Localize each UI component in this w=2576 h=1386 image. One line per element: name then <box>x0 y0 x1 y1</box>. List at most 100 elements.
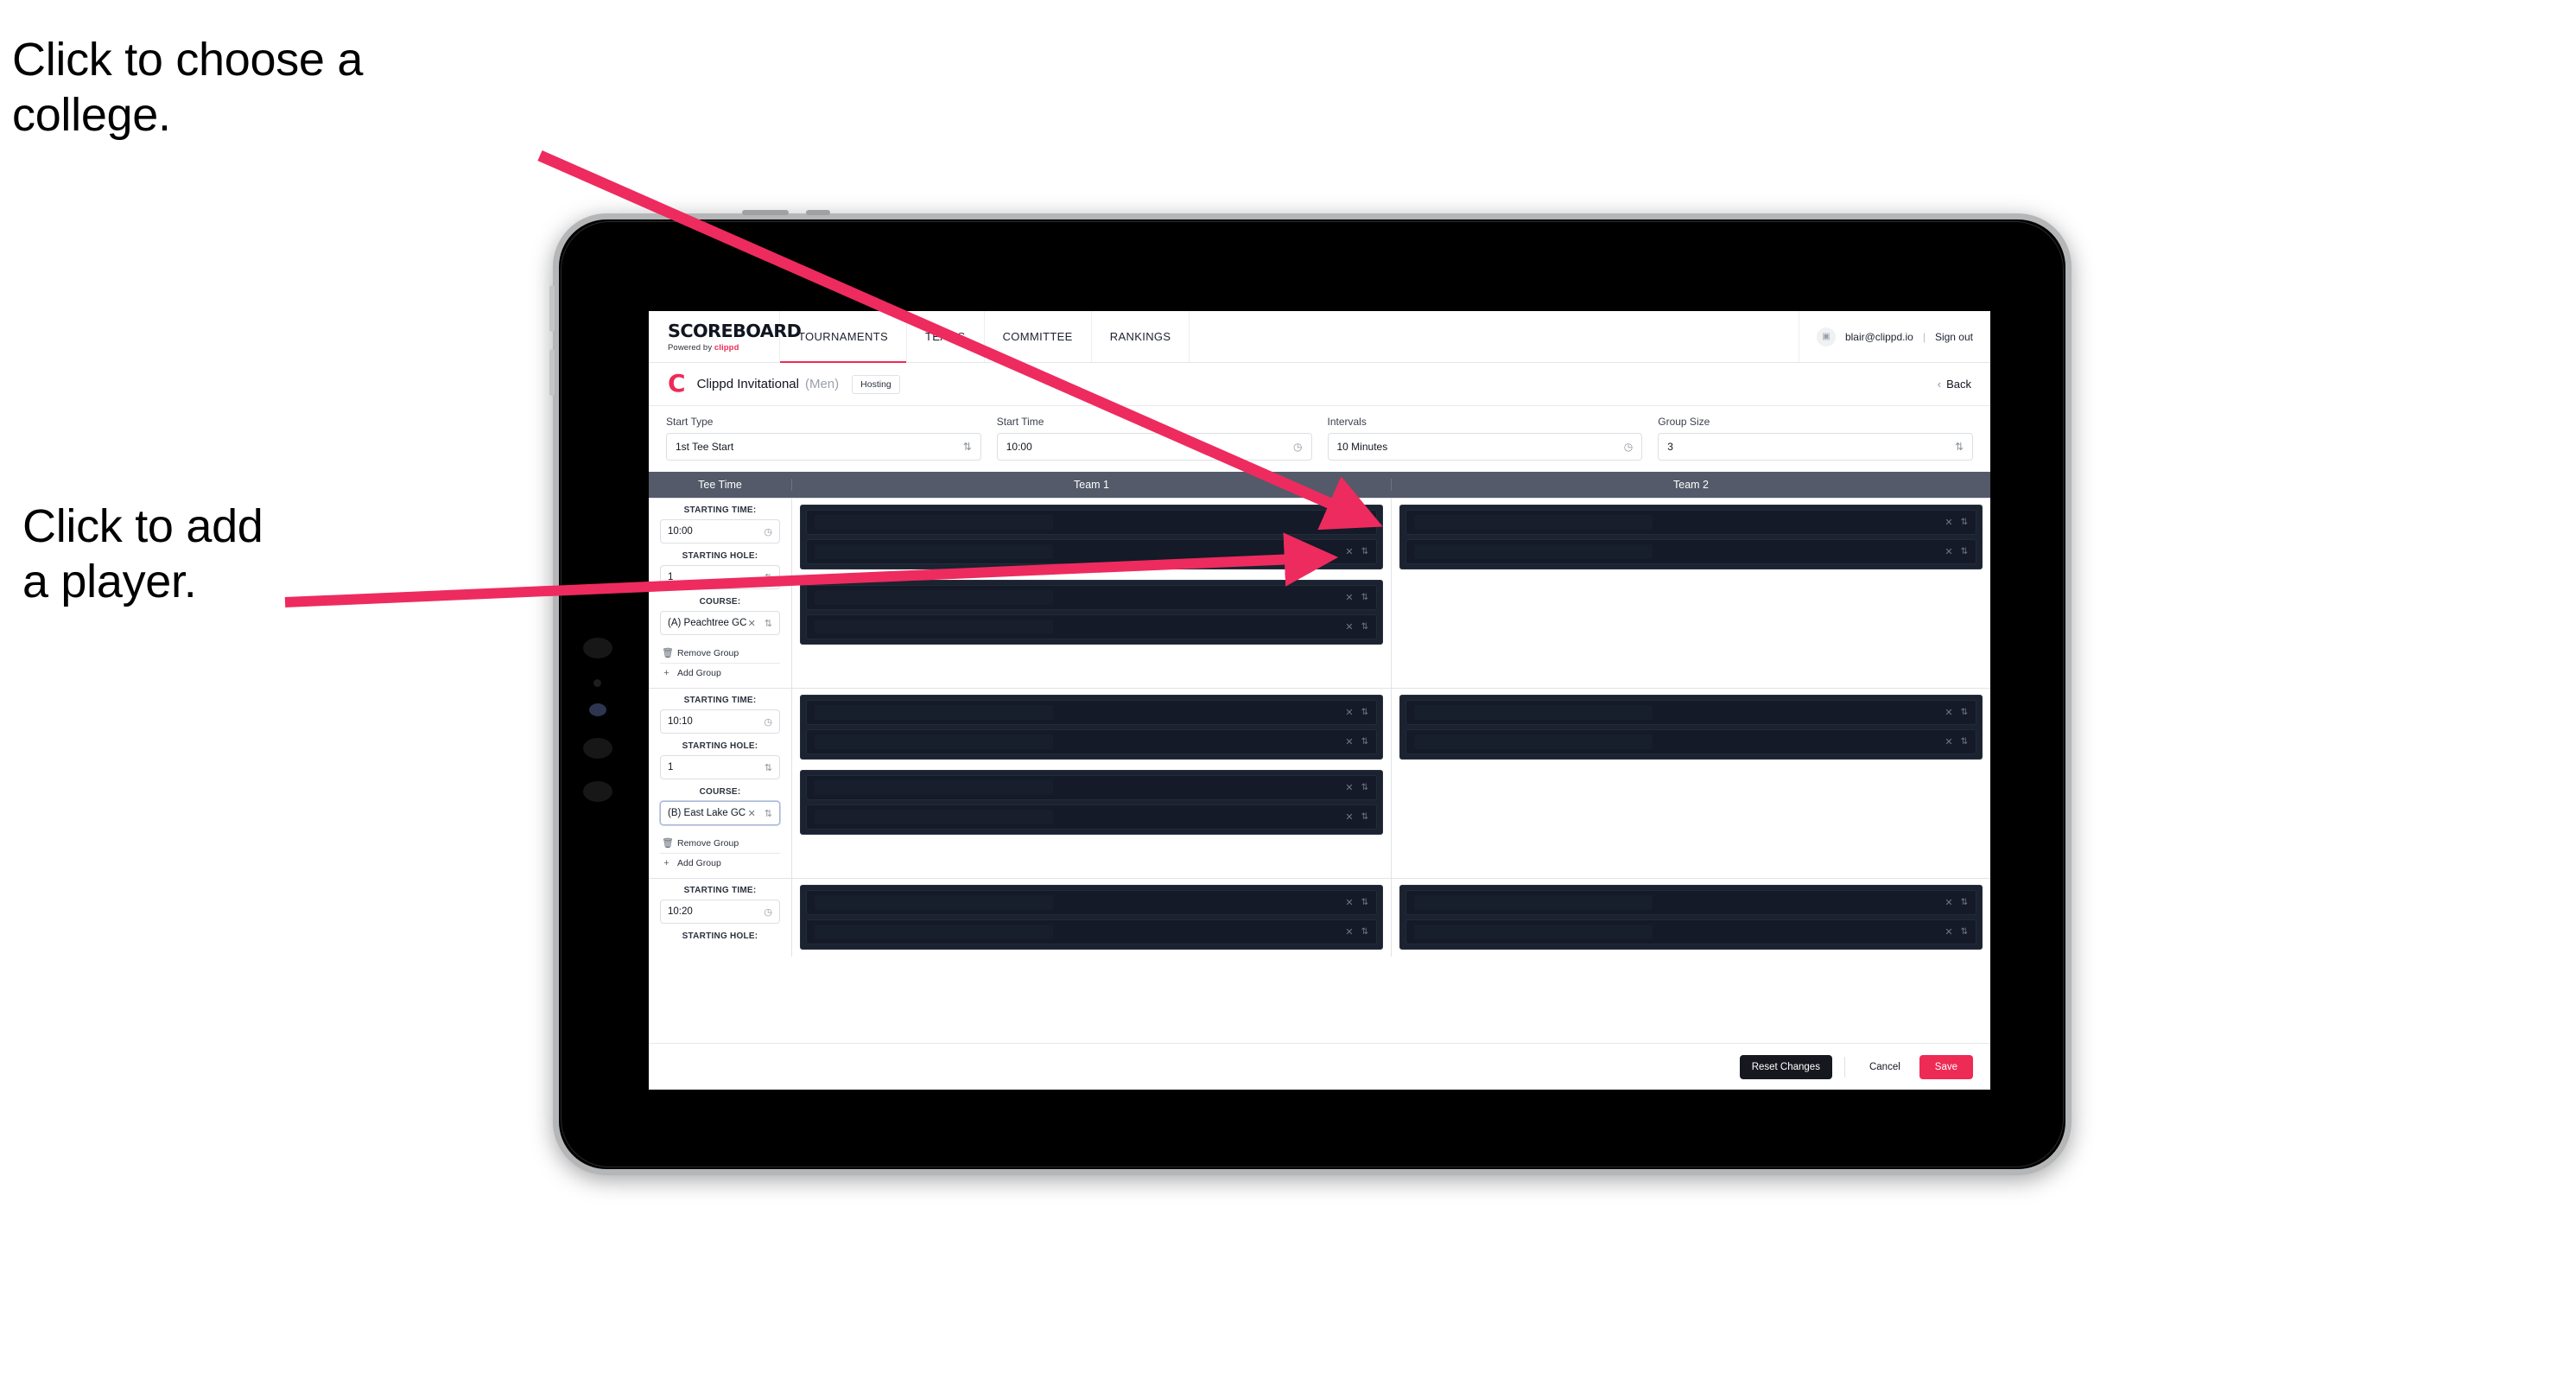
settings-control-intervals[interactable]: 10 Minutes ◷ <box>1327 433 1643 461</box>
power-button[interactable] <box>742 210 789 215</box>
reset-changes-button[interactable]: Reset Changes <box>1739 1054 1832 1079</box>
starting-hole-input[interactable]: 1 ⇅ <box>660 565 780 589</box>
remove-group-button[interactable]: 🗑 Remove Group <box>660 833 780 854</box>
clear-player-icon[interactable]: ✕ <box>1345 782 1353 793</box>
settings-control-group-size[interactable]: 3 ⇅ <box>1658 433 1973 461</box>
stepper-icon[interactable]: ⇅ <box>1361 622 1368 632</box>
stepper-icon[interactable]: ⇅ <box>1961 737 1968 747</box>
player-slot[interactable]: ✕ ⇅ <box>1405 510 1976 535</box>
clear-player-icon[interactable]: ✕ <box>1945 926 1952 938</box>
add-group-button[interactable]: + Add Group <box>660 854 780 873</box>
player-name-redacted <box>815 895 1053 910</box>
remove-group-button[interactable]: 🗑 Remove Group <box>660 643 780 664</box>
nav-link-tournaments[interactable]: TOURNAMENTS <box>780 311 908 363</box>
clear-player-icon[interactable]: ✕ <box>1345 707 1353 718</box>
clock-icon[interactable]: ◷ <box>1293 441 1302 453</box>
stepper-icon[interactable]: ⇅ <box>1361 783 1368 792</box>
clock-icon[interactable]: ◷ <box>764 716 772 728</box>
settings-label: Group Size <box>1658 416 1710 428</box>
settings-control-start-time[interactable]: 10:00 ◷ <box>996 433 1312 461</box>
starting-time-input[interactable]: 10:10 ◷ <box>660 709 780 734</box>
clear-player-icon[interactable]: ✕ <box>1345 897 1353 908</box>
nav-link-teams[interactable]: TEAMS <box>907 311 985 362</box>
settings-label: Start Time <box>996 416 1044 428</box>
stepper-icon[interactable]: ⇅ <box>1361 708 1368 717</box>
scoreboard-logo[interactable]: SCOREBOARD Powered by clippd <box>649 311 802 362</box>
stepper-icon[interactable]: ⇅ <box>1361 547 1368 556</box>
back-button[interactable]: ‹ Back <box>1938 378 1971 391</box>
settings-control-start-type[interactable]: 1st Tee Start ⇅ <box>666 433 981 461</box>
clear-player-icon[interactable]: ✕ <box>1345 621 1353 633</box>
stepper-icon[interactable]: ⇅ <box>1955 441 1964 453</box>
cancel-button[interactable]: Cancel <box>1857 1055 1913 1079</box>
team-1-cell: ✕ ⇅ ✕ ⇅ ✕ ⇅ ✕ ⇅ <box>792 689 1392 878</box>
nav-link-rankings[interactable]: RANKINGS <box>1092 311 1190 362</box>
stepper-icon[interactable]: ⇅ <box>765 808 772 819</box>
add-group-button[interactable]: + Add Group <box>660 664 780 683</box>
player-slot[interactable]: ✕ ⇅ <box>806 510 1377 535</box>
volume-down-button[interactable] <box>549 349 555 396</box>
clear-course-icon[interactable]: ✕ <box>748 808 756 819</box>
player-slot[interactable]: ✕ ⇅ <box>806 804 1377 830</box>
clear-player-icon[interactable]: ✕ <box>1945 517 1952 528</box>
stepper-icon[interactable]: ⇅ <box>1961 927 1968 937</box>
stepper-icon[interactable]: ⇅ <box>1961 518 1968 527</box>
clear-course-icon[interactable]: ✕ <box>748 618 756 629</box>
player-slot[interactable]: ✕ ⇅ <box>806 890 1377 915</box>
stepper-icon[interactable]: ⇅ <box>765 762 772 773</box>
player-slot[interactable]: ✕ ⇅ <box>1405 539 1976 564</box>
player-slot[interactable]: ✕ ⇅ <box>806 729 1377 754</box>
player-slot[interactable]: ✕ ⇅ <box>1405 729 1976 754</box>
player-slot[interactable]: ✕ ⇅ <box>806 919 1377 944</box>
clear-player-icon[interactable]: ✕ <box>1345 546 1353 557</box>
course-select[interactable]: (B) East Lake GC ✕ ⇅ <box>660 801 780 825</box>
player-name-redacted <box>1414 734 1653 749</box>
player-name-redacted <box>815 620 1053 634</box>
starting-hole-label: STARTING HOLE: <box>682 551 758 561</box>
stepper-icon[interactable]: ⇅ <box>765 572 772 583</box>
avatar-icon[interactable]: ▣ <box>1816 327 1836 346</box>
starting-time-input[interactable]: 10:20 ◷ <box>660 900 780 924</box>
stepper-icon[interactable]: ⇅ <box>963 441 972 453</box>
clear-player-icon[interactable]: ✕ <box>1945 546 1952 557</box>
clear-player-icon[interactable]: ✕ <box>1945 897 1952 908</box>
player-slot[interactable]: ✕ ⇅ <box>806 775 1377 800</box>
volume-up-button[interactable] <box>549 285 555 332</box>
clear-player-icon[interactable]: ✕ <box>1345 811 1353 823</box>
player-slot[interactable]: ✕ ⇅ <box>806 614 1377 639</box>
stepper-icon[interactable]: ⇅ <box>1961 898 1968 907</box>
player-slot[interactable]: ✕ ⇅ <box>806 539 1377 564</box>
stepper-icon[interactable]: ⇅ <box>1361 812 1368 822</box>
starting-hole-input[interactable]: 1 ⇅ <box>660 755 780 779</box>
stepper-icon[interactable]: ⇅ <box>1361 518 1368 527</box>
stepper-icon[interactable]: ⇅ <box>1961 547 1968 556</box>
save-button[interactable]: Save <box>1919 1054 1973 1079</box>
clear-player-icon[interactable]: ✕ <box>1945 736 1952 747</box>
player-slot[interactable]: ✕ ⇅ <box>1405 890 1976 915</box>
clear-player-icon[interactable]: ✕ <box>1345 926 1353 938</box>
player-slot[interactable]: ✕ ⇅ <box>806 585 1377 610</box>
settings-field-intervals: Intervals 10 Minutes ◷ <box>1327 416 1643 461</box>
action-footer: Reset Changes Cancel Save <box>649 1043 1990 1090</box>
starting-time-input[interactable]: 10:00 ◷ <box>660 519 780 544</box>
clear-player-icon[interactable]: ✕ <box>1345 592 1353 603</box>
player-name-redacted <box>815 705 1053 720</box>
stepper-icon[interactable]: ⇅ <box>1361 898 1368 907</box>
clear-player-icon[interactable]: ✕ <box>1345 736 1353 747</box>
stepper-icon[interactable]: ⇅ <box>1361 737 1368 747</box>
sign-out-link[interactable]: Sign out <box>1935 331 1973 343</box>
clock-icon[interactable]: ◷ <box>1624 441 1633 453</box>
player-slot[interactable]: ✕ ⇅ <box>806 700 1377 725</box>
nav-link-committee[interactable]: COMMITTEE <box>985 311 1092 362</box>
clear-player-icon[interactable]: ✕ <box>1945 707 1952 718</box>
player-slot[interactable]: ✕ ⇅ <box>1405 919 1976 944</box>
clock-icon[interactable]: ◷ <box>764 906 772 918</box>
stepper-icon[interactable]: ⇅ <box>1361 927 1368 937</box>
clear-player-icon[interactable]: ✕ <box>1345 517 1353 528</box>
stepper-icon[interactable]: ⇅ <box>1361 593 1368 602</box>
stepper-icon[interactable]: ⇅ <box>1961 708 1968 717</box>
course-select[interactable]: (A) Peachtree GC ✕ ⇅ <box>660 611 780 635</box>
clock-icon[interactable]: ◷ <box>764 526 772 537</box>
stepper-icon[interactable]: ⇅ <box>765 618 772 629</box>
player-slot[interactable]: ✕ ⇅ <box>1405 700 1976 725</box>
